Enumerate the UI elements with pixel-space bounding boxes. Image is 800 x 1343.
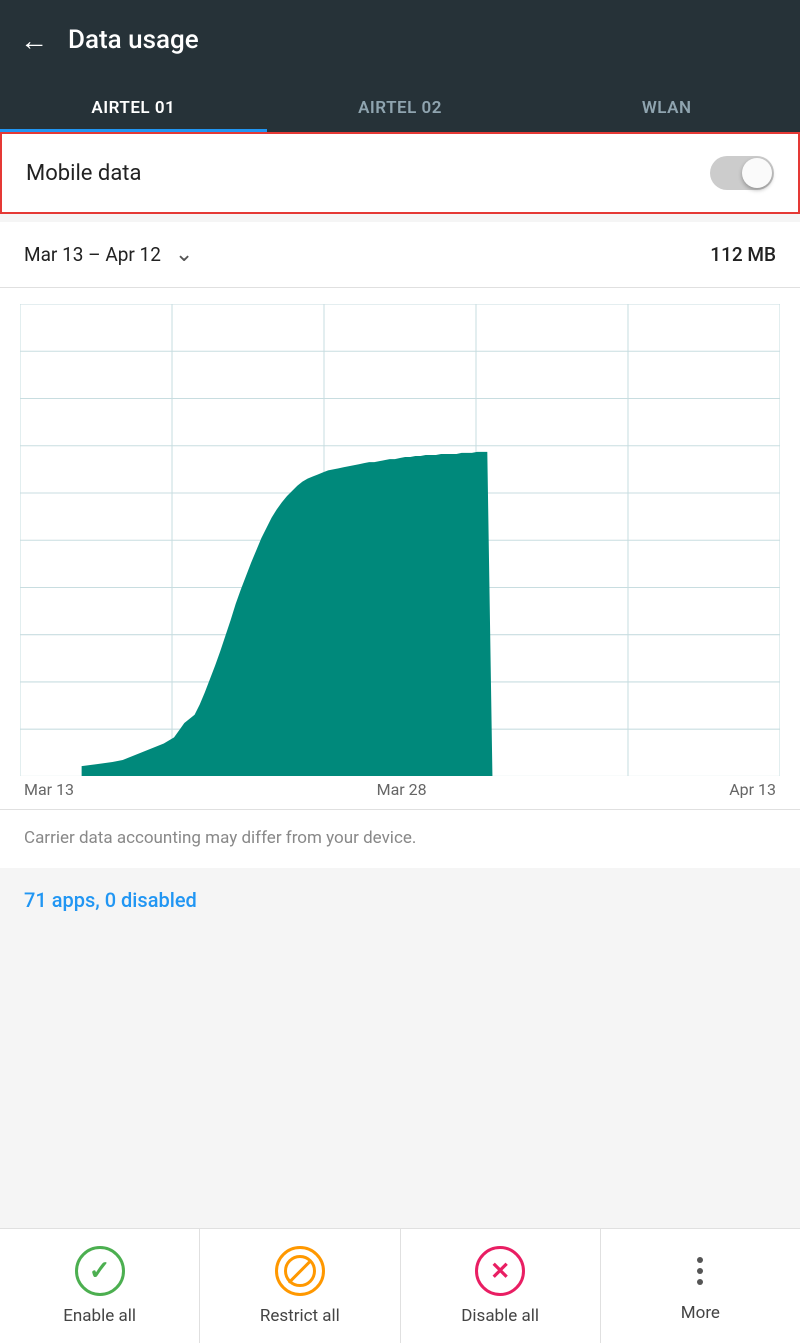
data-usage-chart: Mar 13 Mar 28 Apr 13 bbox=[0, 288, 800, 809]
chevron-down-icon: ⌄ bbox=[175, 242, 193, 267]
chart-label-mid: Mar 28 bbox=[377, 780, 427, 799]
date-range-left: Mar 13 – Apr 12 ⌄ bbox=[24, 242, 193, 267]
date-range-text: Mar 13 – Apr 12 bbox=[24, 243, 161, 266]
mobile-data-label: Mobile data bbox=[26, 161, 141, 186]
notice-text: Carrier data accounting may differ from … bbox=[0, 809, 800, 868]
enable-icon bbox=[75, 1246, 125, 1296]
app-header: ← Data usage bbox=[0, 0, 800, 80]
restrict-all-button[interactable]: Restrict all bbox=[200, 1229, 400, 1343]
apps-count: 71 apps, 0 disabled bbox=[0, 868, 800, 926]
mobile-data-toggle[interactable] bbox=[710, 156, 774, 190]
chart-area bbox=[82, 452, 493, 777]
more-button[interactable]: More bbox=[601, 1229, 800, 1343]
disable-all-label: Disable all bbox=[461, 1306, 539, 1326]
data-amount: 112 MB bbox=[710, 243, 776, 266]
enable-all-button[interactable]: Enable all bbox=[0, 1229, 200, 1343]
chart-label-end: Apr 13 bbox=[729, 780, 776, 799]
back-button[interactable]: ← bbox=[20, 24, 48, 57]
date-range-row[interactable]: Mar 13 – Apr 12 ⌄ 112 MB bbox=[0, 222, 800, 288]
more-dot-3 bbox=[697, 1279, 703, 1285]
disable-icon bbox=[475, 1246, 525, 1296]
enable-all-label: Enable all bbox=[63, 1306, 136, 1326]
restrict-circle bbox=[284, 1255, 316, 1287]
disable-all-button[interactable]: Disable all bbox=[401, 1229, 601, 1343]
more-label: More bbox=[681, 1303, 720, 1323]
chart-label-start: Mar 13 bbox=[24, 780, 74, 799]
mobile-data-row: Mobile data bbox=[0, 132, 800, 214]
more-dot-1 bbox=[697, 1257, 703, 1263]
tab-airtel01[interactable]: AIRTEL 01 bbox=[0, 80, 267, 132]
chart-x-labels: Mar 13 Mar 28 Apr 13 bbox=[20, 776, 780, 799]
tab-airtel02[interactable]: AIRTEL 02 bbox=[267, 80, 534, 132]
restrict-icon bbox=[275, 1246, 325, 1296]
tab-bar: AIRTEL 01 AIRTEL 02 WLAN bbox=[0, 80, 800, 132]
more-icon bbox=[697, 1249, 703, 1293]
bottom-action-bar: Enable all Restrict all Disable all More bbox=[0, 1228, 800, 1343]
toggle-knob bbox=[742, 158, 772, 188]
page-title: Data usage bbox=[68, 25, 199, 55]
chart-svg bbox=[20, 304, 780, 776]
restrict-all-label: Restrict all bbox=[260, 1306, 340, 1326]
more-dot-2 bbox=[697, 1268, 703, 1274]
tab-wlan[interactable]: WLAN bbox=[533, 80, 800, 132]
